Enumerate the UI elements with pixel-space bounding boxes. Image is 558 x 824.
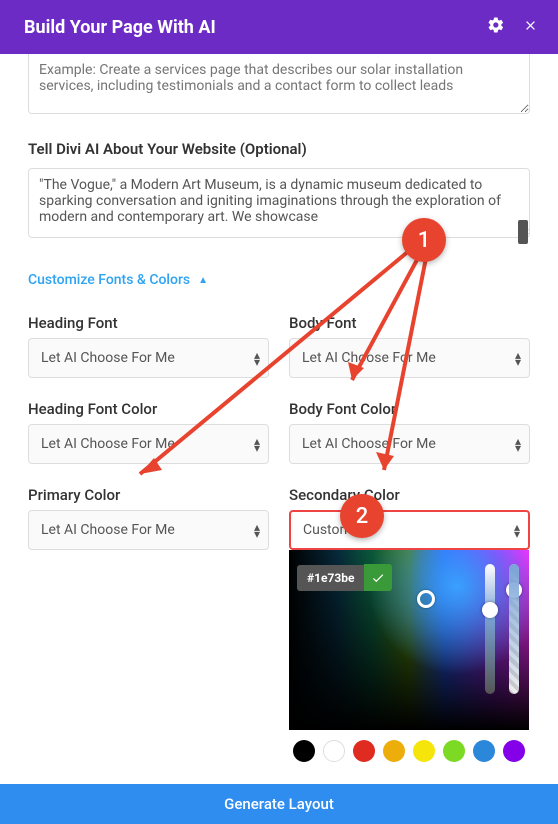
select-arrows-icon: ▴▾ bbox=[254, 351, 260, 365]
hex-input[interactable]: #1e73be bbox=[297, 565, 364, 591]
swatch-orange[interactable] bbox=[383, 740, 405, 762]
select-value: Let AI Choose For Me bbox=[41, 436, 175, 452]
slider-handle[interactable] bbox=[482, 602, 498, 618]
select-arrows-icon: ▴▾ bbox=[254, 523, 260, 537]
modal-body: Tell Divi AI About Your Website (Optiona… bbox=[0, 54, 558, 762]
select-arrows-icon: ▴▾ bbox=[254, 437, 260, 451]
heading-font-label: Heading Font bbox=[28, 314, 269, 332]
color-picker-canvas[interactable]: #1e73be bbox=[289, 550, 529, 730]
page-prompt-input[interactable] bbox=[28, 54, 530, 114]
swatch-red[interactable] bbox=[353, 740, 375, 762]
fonts-colors-grid: Heading Font Let AI Choose For Me ▴▾ Bod… bbox=[28, 306, 530, 762]
body-font-label: Body Font bbox=[289, 314, 530, 332]
close-icon[interactable] bbox=[523, 18, 538, 37]
about-website-input[interactable] bbox=[28, 168, 530, 238]
color-picker-cursor[interactable] bbox=[417, 590, 435, 608]
swatch-blue[interactable] bbox=[473, 740, 495, 762]
body-font-select[interactable]: Let AI Choose For Me ▴▾ bbox=[289, 338, 530, 378]
select-value: Let AI Choose For Me bbox=[41, 522, 175, 538]
body-font-color-label: Body Font Color bbox=[289, 400, 530, 418]
color-sliders bbox=[485, 564, 519, 716]
swatch-black[interactable] bbox=[293, 740, 315, 762]
swatch-yellow[interactable] bbox=[413, 740, 435, 762]
generate-layout-button[interactable]: Generate Layout bbox=[0, 784, 558, 824]
heading-font-select[interactable]: Let AI Choose For Me ▴▾ bbox=[28, 338, 269, 378]
primary-color-select[interactable]: Let AI Choose For Me ▴▾ bbox=[28, 510, 269, 550]
modal-title: Build Your Page With AI bbox=[24, 17, 216, 38]
select-value: Let AI Choose For Me bbox=[302, 350, 436, 366]
swatch-purple[interactable] bbox=[503, 740, 525, 762]
select-value: Custom bbox=[303, 522, 352, 538]
slider-handle[interactable] bbox=[506, 582, 522, 598]
select-arrows-icon: ▴▾ bbox=[514, 523, 520, 537]
primary-color-label: Primary Color bbox=[28, 486, 269, 504]
header-actions bbox=[487, 16, 538, 38]
about-label: Tell Divi AI About Your Website (Optiona… bbox=[28, 140, 530, 158]
secondary-color-label: Secondary Color bbox=[289, 486, 530, 504]
body-font-color-select[interactable]: Let AI Choose For Me ▴▾ bbox=[289, 424, 530, 464]
alpha-slider[interactable] bbox=[509, 564, 519, 694]
gear-icon[interactable] bbox=[487, 16, 505, 38]
select-arrows-icon: ▴▾ bbox=[515, 351, 521, 365]
select-arrows-icon: ▴▾ bbox=[515, 437, 521, 451]
collapse-label: Customize Fonts & Colors bbox=[28, 272, 190, 288]
color-picker: #1e73be bbox=[289, 550, 529, 762]
color-swatches bbox=[289, 740, 529, 762]
select-value: Let AI Choose For Me bbox=[41, 350, 175, 366]
textarea-scrollbar[interactable] bbox=[518, 220, 528, 244]
modal-header: Build Your Page With AI bbox=[0, 0, 558, 54]
swatch-green[interactable] bbox=[443, 740, 465, 762]
secondary-color-select[interactable]: Custom ▴▾ bbox=[289, 510, 530, 550]
hue-slider[interactable] bbox=[485, 564, 495, 694]
footer-button-label: Generate Layout bbox=[224, 795, 334, 813]
chevron-up-icon: ▲ bbox=[198, 275, 208, 286]
hex-confirm-button[interactable] bbox=[364, 564, 392, 591]
heading-font-color-label: Heading Font Color bbox=[28, 400, 269, 418]
select-value: Let AI Choose For Me bbox=[302, 436, 436, 452]
swatch-white[interactable] bbox=[323, 740, 345, 762]
heading-font-color-select[interactable]: Let AI Choose For Me ▴▾ bbox=[28, 424, 269, 464]
hex-input-group: #1e73be bbox=[297, 564, 392, 591]
customize-fonts-colors-toggle[interactable]: Customize Fonts & Colors ▲ bbox=[28, 272, 208, 288]
